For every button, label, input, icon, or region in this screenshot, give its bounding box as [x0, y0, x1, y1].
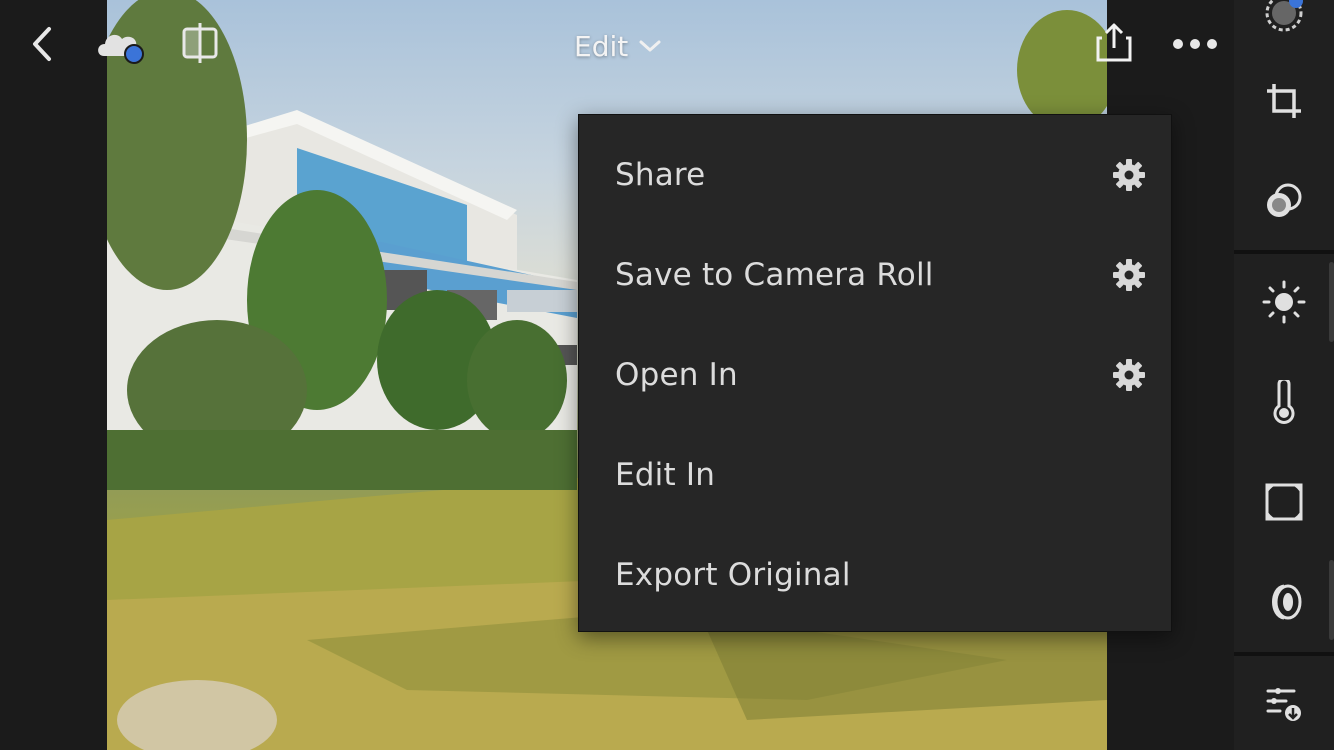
share-menu: Share Save to Camera Roll Open In Edit I…: [578, 114, 1172, 632]
color-tool[interactable]: [1258, 377, 1310, 427]
cloud-sync-icon: [98, 34, 144, 64]
crop-icon: [1267, 84, 1301, 118]
menu-item-label: Open In: [615, 357, 738, 393]
optics-icon: [1272, 584, 1302, 620]
menu-item-label: Share: [615, 157, 706, 193]
open-in-settings-button[interactable]: [1111, 357, 1147, 393]
light-icon: [1262, 280, 1306, 324]
light-tool[interactable]: [1258, 277, 1310, 327]
rail-scrollbar[interactable]: [1329, 262, 1334, 342]
edit-mode-title: Edit: [574, 29, 629, 63]
save-settings-button[interactable]: [1111, 257, 1147, 293]
presets-icon: [1266, 688, 1301, 721]
rail-scrollbar[interactable]: [1329, 560, 1334, 640]
menu-item-share[interactable]: Share: [579, 125, 1173, 225]
chevron-left-icon: [33, 27, 51, 61]
share-settings-button[interactable]: [1111, 157, 1147, 193]
before-after-compare-button[interactable]: [180, 20, 220, 66]
lightroom-edit-screen: Edit Share Save to Camera Roll Open In E…: [0, 0, 1334, 750]
effects-tool[interactable]: [1258, 477, 1310, 527]
edit-mode-dropdown[interactable]: Edit: [574, 26, 662, 66]
gear-icon: [1113, 259, 1145, 291]
share-button[interactable]: [1092, 20, 1136, 66]
menu-item-export-original[interactable]: Export Original: [579, 525, 1173, 625]
crop-tool[interactable]: [1258, 76, 1310, 126]
menu-item-label: Export Original: [615, 557, 851, 593]
menu-item-label: Edit In: [615, 457, 716, 493]
before-after-compare-icon: [182, 23, 218, 63]
menu-item-label: Save to Camera Roll: [615, 257, 934, 293]
color-icon: [1273, 380, 1295, 424]
menu-item-save-to-camera-roll[interactable]: Save to Camera Roll: [579, 225, 1173, 325]
profiles-icon: [1267, 183, 1302, 217]
more-icon: [1173, 39, 1217, 49]
rail-divider: [1234, 250, 1334, 254]
auto-icon: [1265, 0, 1303, 32]
rail-divider: [1234, 652, 1334, 656]
profiles-tool[interactable]: [1258, 176, 1310, 226]
menu-item-open-in[interactable]: Open In: [579, 325, 1173, 425]
chevron-down-icon: [639, 40, 661, 52]
presets-tool[interactable]: [1258, 678, 1310, 728]
back-button[interactable]: [22, 24, 62, 64]
auto-tool[interactable]: [1258, 0, 1310, 38]
menu-item-edit-in[interactable]: Edit In: [579, 425, 1173, 525]
more-options-button[interactable]: [1170, 26, 1220, 62]
gear-icon: [1113, 159, 1145, 191]
optics-tool[interactable]: [1258, 577, 1310, 627]
gear-icon: [1113, 359, 1145, 391]
cloud-sync-button[interactable]: [94, 24, 150, 66]
share-icon: [1096, 23, 1132, 62]
effects-icon: [1265, 483, 1303, 521]
